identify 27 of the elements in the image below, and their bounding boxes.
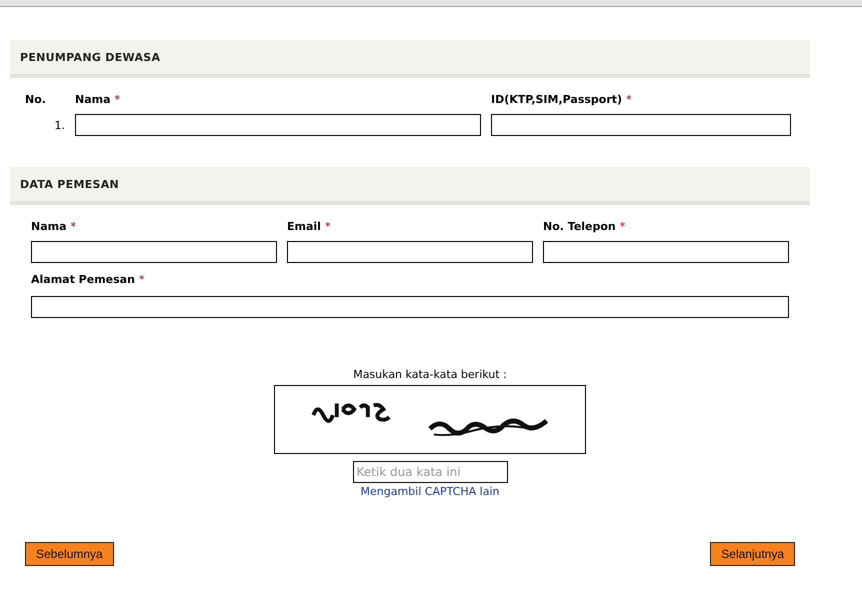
previous-button[interactable]: Sebelumnya (25, 542, 114, 566)
field-label: No. Telepon (543, 220, 616, 233)
required-marker: * (114, 93, 120, 106)
column-label: Nama (75, 93, 111, 106)
section-title: PENUMPANG DEWASA (20, 50, 160, 64)
input-field[interactable] (287, 241, 533, 263)
field-label: Nama (31, 220, 67, 233)
address-input[interactable] (31, 296, 789, 318)
input-field[interactable] (543, 241, 789, 263)
captcha-input[interactable]: Ketik dua kata ini (352, 461, 508, 483)
id-input[interactable] (491, 114, 791, 136)
required-marker: * (620, 220, 626, 233)
required-marker: * (324, 220, 330, 233)
row-number: 1. (54, 118, 65, 132)
field-label: Email (287, 220, 321, 233)
captcha-reload-link[interactable]: Mengambil CAPTCHA lain (360, 485, 500, 498)
captcha-prompt: Masukan kata-kata berikut : (353, 368, 507, 381)
required-marker: * (626, 93, 632, 106)
column-label: No. (25, 93, 46, 106)
next-button[interactable]: Selanjutnya (710, 542, 795, 566)
column-label: ID(KTP,SIM,Passport) (491, 93, 622, 106)
required-marker: * (138, 273, 144, 286)
field-label: Alamat Pemesan (31, 273, 135, 286)
required-marker: * (70, 220, 76, 233)
name-input[interactable] (75, 114, 481, 136)
input-field[interactable] (31, 241, 277, 263)
section-title: DATA PEMESAN (20, 178, 120, 190)
